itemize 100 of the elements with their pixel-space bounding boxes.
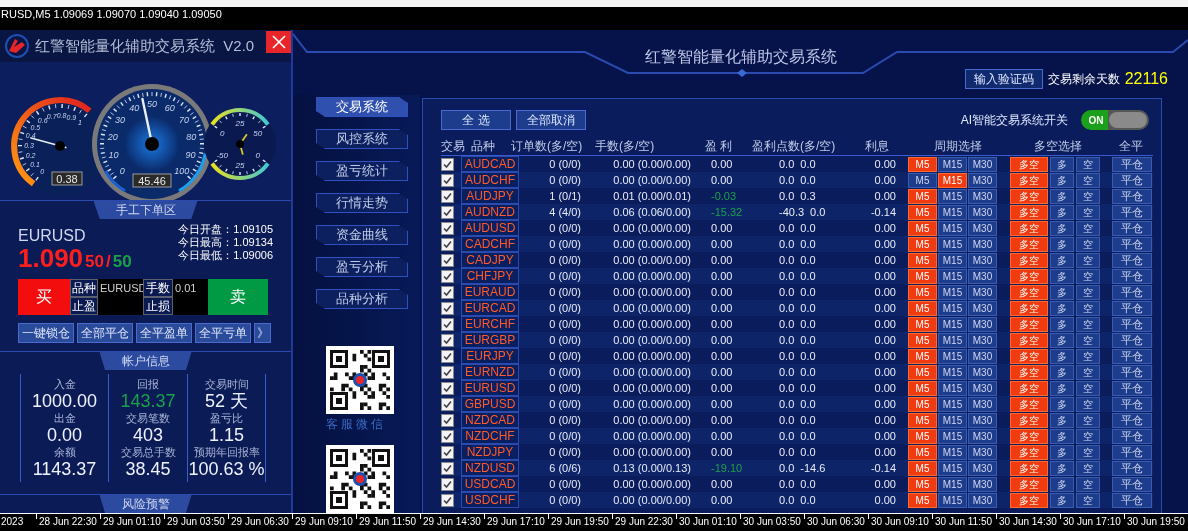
period-button[interactable]: M5 (908, 412, 937, 428)
checkbox[interactable] (441, 445, 454, 459)
direction-button[interactable]: 多空 (1010, 188, 1048, 204)
close-position-button[interactable]: 平仓 (1112, 412, 1152, 428)
direction-button[interactable]: 多空 (1010, 476, 1048, 492)
period-button[interactable]: M5 (908, 156, 937, 172)
checkbox[interactable] (441, 237, 454, 251)
checkbox[interactable] (441, 365, 454, 379)
period-button[interactable]: M15 (938, 188, 967, 204)
close-position-button[interactable]: 平仓 (1112, 428, 1152, 444)
period-button[interactable]: M5 (908, 380, 937, 396)
buy-button[interactable]: 买 (18, 279, 70, 315)
period-button[interactable]: M15 (938, 204, 967, 220)
direction-button[interactable]: 多 (1050, 300, 1074, 316)
direction-button[interactable]: 空 (1076, 268, 1100, 284)
period-button[interactable]: M15 (938, 348, 967, 364)
direction-button[interactable]: 空 (1076, 444, 1100, 460)
direction-button[interactable]: 多空 (1010, 396, 1048, 412)
direction-button[interactable]: 多 (1050, 156, 1074, 172)
period-button[interactable]: M15 (938, 220, 967, 236)
checkbox[interactable] (441, 493, 454, 507)
period-button[interactable]: M5 (908, 236, 937, 252)
period-button[interactable]: M15 (938, 332, 967, 348)
period-button[interactable]: M30 (968, 348, 997, 364)
direction-button[interactable]: 多 (1050, 476, 1074, 492)
period-button[interactable]: M15 (938, 412, 967, 428)
close-position-button[interactable]: 平仓 (1112, 396, 1152, 412)
direction-button[interactable]: 多 (1050, 332, 1074, 348)
period-button[interactable]: M15 (938, 316, 967, 332)
nav-tab[interactable]: 风控系统 (316, 129, 408, 149)
period-button[interactable]: M30 (968, 300, 997, 316)
direction-button[interactable]: 多空 (1010, 156, 1048, 172)
period-button[interactable]: M15 (938, 364, 967, 380)
direction-button[interactable]: 空 (1076, 156, 1100, 172)
period-button[interactable]: M5 (908, 284, 937, 300)
select-all-button[interactable]: 全 选 (441, 110, 511, 130)
deselect-all-button[interactable]: 全部取消 (516, 110, 586, 130)
close-position-button[interactable]: 平仓 (1112, 268, 1152, 284)
period-button[interactable]: M30 (968, 156, 997, 172)
nav-tab[interactable]: 交易系统 (316, 97, 408, 117)
period-button[interactable]: M30 (968, 460, 997, 476)
direction-button[interactable]: 多 (1050, 236, 1074, 252)
direction-button[interactable]: 多 (1050, 188, 1074, 204)
direction-button[interactable]: 空 (1076, 460, 1100, 476)
checkbox[interactable] (441, 205, 454, 219)
period-button[interactable]: M5 (908, 460, 937, 476)
period-button[interactable]: M5 (908, 492, 937, 508)
direction-button[interactable]: 多 (1050, 220, 1074, 236)
direction-button[interactable]: 空 (1076, 428, 1100, 444)
period-button[interactable]: M5 (908, 476, 937, 492)
direction-button[interactable]: 多 (1050, 268, 1074, 284)
nav-tab[interactable]: 盈亏分析 (316, 257, 408, 277)
direction-button[interactable]: 多 (1050, 460, 1074, 476)
close-position-button[interactable]: 平仓 (1112, 492, 1152, 508)
direction-button[interactable]: 空 (1076, 396, 1100, 412)
period-button[interactable]: M15 (938, 300, 967, 316)
period-button[interactable]: M30 (968, 204, 997, 220)
checkbox[interactable] (441, 221, 454, 235)
direction-button[interactable]: 多 (1050, 364, 1074, 380)
period-button[interactable]: M15 (938, 236, 967, 252)
period-button[interactable]: M5 (908, 364, 937, 380)
nav-tab[interactable]: 行情走势 (316, 193, 408, 213)
direction-button[interactable]: 空 (1076, 476, 1100, 492)
close-button[interactable] (266, 31, 291, 53)
period-button[interactable]: M15 (938, 172, 967, 188)
period-button[interactable]: M5 (908, 348, 937, 364)
direction-button[interactable]: 多 (1050, 412, 1074, 428)
close-position-button[interactable]: 平仓 (1112, 188, 1152, 204)
period-button[interactable]: M30 (968, 268, 997, 284)
period-button[interactable]: M5 (908, 172, 937, 188)
checkbox[interactable] (441, 397, 454, 411)
nav-tab[interactable]: 品种分析 (316, 289, 408, 309)
period-button[interactable]: M15 (938, 476, 967, 492)
direction-button[interactable]: 多空 (1010, 220, 1048, 236)
close-position-button[interactable]: 平仓 (1112, 156, 1152, 172)
direction-button[interactable]: 多空 (1010, 300, 1048, 316)
checkbox[interactable] (441, 253, 454, 267)
direction-button[interactable]: 多 (1050, 396, 1074, 412)
period-button[interactable]: M30 (968, 316, 997, 332)
action-button[interactable]: 全平亏单 (195, 323, 251, 343)
close-position-button[interactable]: 平仓 (1112, 348, 1152, 364)
code-button[interactable]: 输入验证码 (964, 69, 1043, 89)
direction-button[interactable]: 空 (1076, 188, 1100, 204)
period-button[interactable]: M30 (968, 252, 997, 268)
direction-button[interactable]: 空 (1076, 316, 1100, 332)
period-button[interactable]: M15 (938, 460, 967, 476)
checkbox[interactable] (441, 157, 454, 171)
direction-button[interactable]: 多空 (1010, 172, 1048, 188)
direction-button[interactable]: 多空 (1010, 204, 1048, 220)
period-button[interactable]: M30 (968, 220, 997, 236)
close-position-button[interactable]: 平仓 (1112, 284, 1152, 300)
checkbox[interactable] (441, 269, 454, 283)
close-position-button[interactable]: 平仓 (1112, 236, 1152, 252)
direction-button[interactable]: 空 (1076, 348, 1100, 364)
direction-button[interactable]: 多空 (1010, 380, 1048, 396)
period-button[interactable]: M5 (908, 204, 937, 220)
direction-button[interactable]: 空 (1076, 236, 1100, 252)
direction-button[interactable]: 空 (1076, 284, 1100, 300)
close-position-button[interactable]: 平仓 (1112, 252, 1152, 268)
close-position-button[interactable]: 平仓 (1112, 332, 1152, 348)
